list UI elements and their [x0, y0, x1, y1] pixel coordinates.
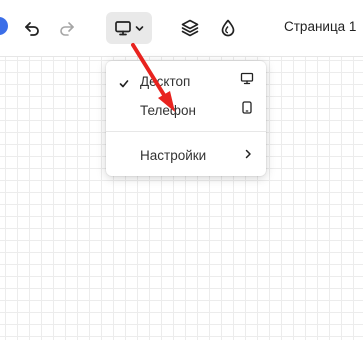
drop-icon — [218, 18, 238, 38]
layers-icon — [180, 18, 200, 38]
monitor-icon — [114, 19, 132, 37]
undo-icon — [22, 18, 42, 38]
redo-icon — [57, 18, 77, 38]
chevron-down-icon — [135, 24, 144, 33]
page-selector[interactable]: Страница 1 — [284, 19, 356, 34]
menu-item-phone-label: Телефон — [140, 102, 197, 118]
menu-item-phone[interactable]: Телефон — [106, 97, 266, 123]
monitor-icon — [240, 72, 254, 91]
avatar[interactable] — [0, 17, 8, 35]
device-switch-button[interactable] — [106, 12, 152, 44]
device-dropdown-menu: Десктоп Телефон Настройки — [106, 61, 266, 176]
check-icon — [119, 76, 129, 94]
top-toolbar: Страница 1 — [0, 0, 363, 57]
menu-divider — [106, 131, 266, 132]
menu-item-settings-label: Настройки — [140, 147, 207, 163]
drop-button[interactable] — [214, 12, 242, 44]
layers-button[interactable] — [176, 12, 204, 44]
chevron-right-icon — [244, 146, 252, 164]
menu-item-settings[interactable]: Настройки — [106, 142, 266, 168]
redo-button[interactable] — [53, 12, 81, 44]
phone-icon — [240, 101, 254, 120]
menu-item-desktop-label: Десктоп — [140, 73, 191, 89]
menu-item-desktop[interactable]: Десктоп — [106, 68, 266, 94]
undo-button[interactable] — [18, 12, 46, 44]
